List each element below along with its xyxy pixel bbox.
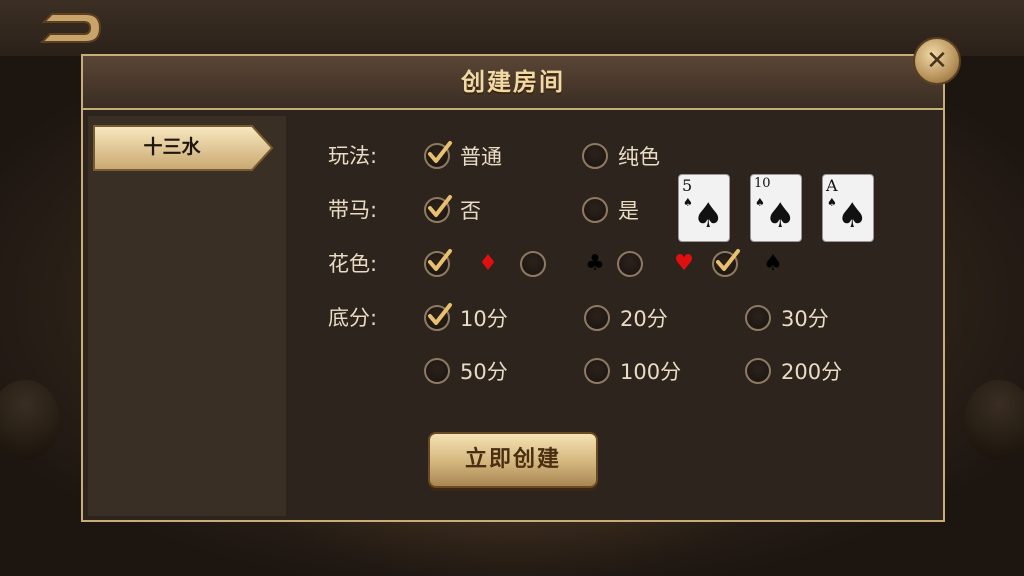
close-button[interactable]: ✕	[913, 37, 961, 85]
club-icon: ♣	[585, 251, 605, 276]
play-option-pure-color[interactable]: 纯色	[582, 139, 660, 173]
back-button[interactable]	[38, 10, 104, 46]
radio-button[interactable]	[745, 358, 771, 384]
base-score-option-200[interactable]: 200分	[745, 354, 842, 388]
suit-option-spade[interactable]	[712, 247, 740, 281]
create-now-button[interactable]: 立即创建	[428, 432, 598, 488]
play-mode-label: 玩法:	[328, 144, 378, 168]
option-label: 是	[618, 199, 639, 223]
back-arrow-icon	[39, 13, 102, 43]
suit-option-diamond[interactable]	[424, 247, 452, 281]
option-label: 30分	[781, 307, 829, 331]
card-rank: 10	[754, 176, 771, 191]
dialog-title: 创建房间	[461, 68, 565, 96]
radio-button[interactable]	[520, 251, 546, 277]
base-score-option-20[interactable]: 20分	[584, 301, 668, 335]
checkmark-icon	[428, 249, 452, 271]
close-icon: ✕	[926, 46, 948, 76]
radio-button[interactable]	[582, 197, 608, 223]
table-decoration	[0, 380, 60, 460]
heart-icon: ♥	[674, 251, 694, 276]
game-sidebar	[88, 116, 286, 516]
spade-icon: ♠	[763, 251, 783, 276]
option-label: 普通	[460, 145, 502, 169]
top-bar	[0, 0, 1024, 56]
spade-icon: ♠	[837, 196, 868, 236]
spade-icon: ♠	[755, 196, 765, 209]
radio-button[interactable]	[584, 358, 610, 384]
radio-button[interactable]	[617, 251, 643, 277]
option-label: 20分	[620, 307, 668, 331]
base-score-option-100[interactable]: 100分	[584, 354, 681, 388]
sidebar-item-shisanshui[interactable]: 十三水	[92, 124, 274, 171]
horse-label: 带马:	[328, 198, 378, 222]
option-label: 否	[460, 199, 481, 223]
option-label: 10分	[460, 307, 508, 331]
diamond-icon: ♦	[478, 251, 498, 276]
radio-button[interactable]	[712, 249, 740, 277]
checkmark-icon	[428, 141, 452, 163]
option-label: 200分	[781, 360, 843, 384]
suit-option-club[interactable]	[520, 247, 546, 281]
radio-button[interactable]	[424, 195, 452, 223]
horse-card-a-spade[interactable]: A ♠ ♠	[822, 174, 874, 242]
option-label: 纯色	[618, 145, 660, 169]
horse-option-yes[interactable]: 是	[582, 193, 639, 227]
radio-button[interactable]	[424, 141, 452, 169]
horse-option-no[interactable]: 否	[424, 193, 481, 227]
checkmark-icon	[428, 195, 452, 217]
radio-button[interactable]	[424, 303, 452, 331]
spade-icon: ♠	[683, 196, 693, 209]
radio-button[interactable]	[582, 143, 608, 169]
radio-button[interactable]	[424, 249, 452, 277]
spade-icon: ♠	[827, 196, 837, 209]
horse-card-5-spade[interactable]: 5 ♠ ♠	[678, 174, 730, 242]
table-decoration	[964, 380, 1024, 460]
option-label: 100分	[620, 360, 682, 384]
base-score-option-50[interactable]: 50分	[424, 354, 508, 388]
option-label: 50分	[460, 360, 508, 384]
spade-icon: ♠	[693, 196, 724, 236]
checkmark-icon	[716, 249, 740, 271]
suit-option-heart[interactable]	[617, 247, 643, 281]
base-score-label: 底分:	[328, 306, 378, 330]
suit-label: 花色:	[328, 252, 378, 276]
horse-card-10-spade[interactable]: 10 ♠ ♠	[750, 174, 802, 242]
base-score-option-10[interactable]: 10分	[424, 301, 508, 335]
card-rank: A	[826, 176, 838, 195]
sidebar-item-label: 十三水	[143, 136, 201, 158]
radio-button[interactable]	[584, 305, 610, 331]
spade-icon: ♠	[765, 196, 796, 236]
checkmark-icon	[428, 303, 452, 325]
radio-button[interactable]	[745, 305, 771, 331]
card-rank: 5	[682, 176, 693, 195]
play-option-normal[interactable]: 普通	[424, 139, 502, 173]
radio-button[interactable]	[424, 358, 450, 384]
base-score-option-30[interactable]: 30分	[745, 301, 829, 335]
